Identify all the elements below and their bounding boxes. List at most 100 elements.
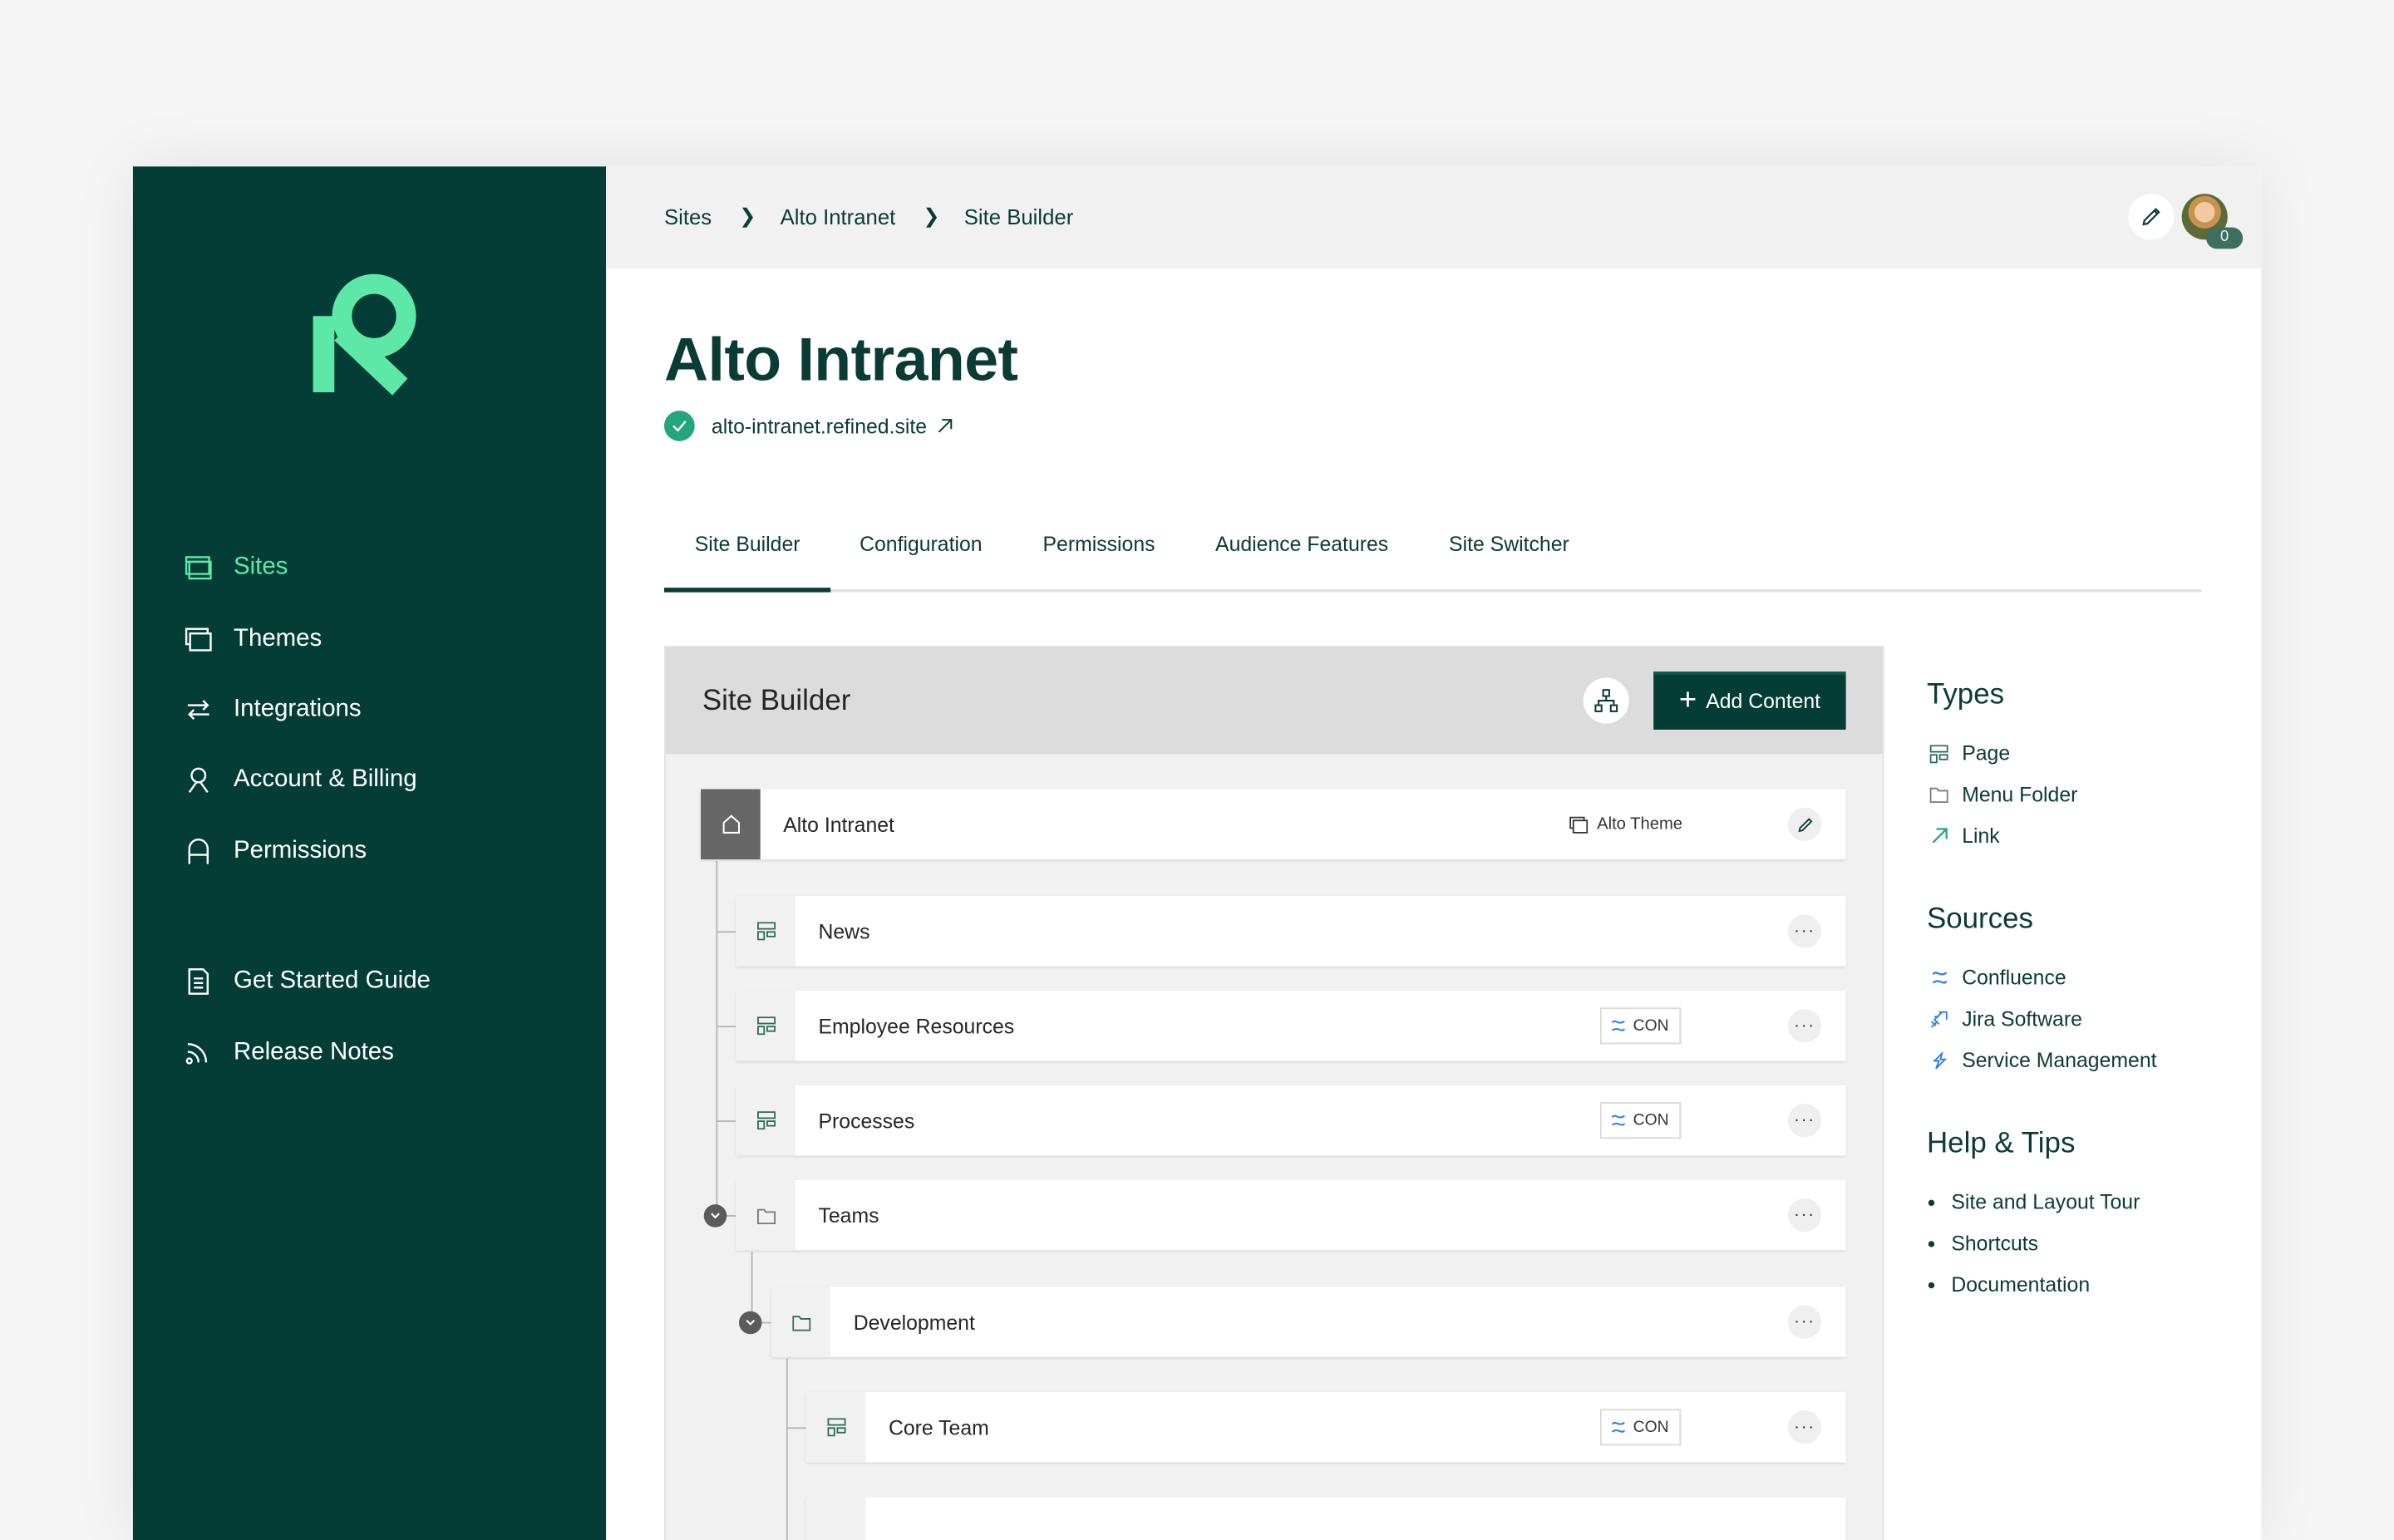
main-content: Sites ❯ Alto Intranet ❯ Site Builder 0 A…	[606, 166, 2262, 1540]
more-options-button[interactable]: ···	[1787, 1009, 1822, 1043]
permissions-icon	[183, 837, 214, 868]
more-options-button[interactable]: ···	[1787, 1305, 1822, 1339]
add-content-label: Add Content	[1706, 689, 1821, 712]
bullet	[1928, 1198, 1935, 1206]
sidebar-item-label: Integrations	[234, 696, 362, 722]
site-url-link[interactable]: alto-intranet.refined.site	[712, 415, 927, 438]
breadcrumb-site-builder[interactable]: Site Builder	[964, 204, 1073, 229]
source-badge: CON	[1599, 1102, 1682, 1139]
sidebar-item-label: Permissions	[234, 838, 367, 864]
edit-button[interactable]	[2128, 194, 2175, 240]
more-options-button[interactable]: ···	[1787, 1410, 1822, 1444]
breadcrumb-alto-intranet[interactable]: Alto Intranet	[781, 204, 896, 229]
app-window: Sites Themes Integrations Account & Bill…	[132, 166, 2262, 1540]
row-label: Teams	[818, 1203, 879, 1227]
row-label: News	[818, 919, 870, 943]
confluence-icon	[1611, 1421, 1625, 1433]
tab-configuration[interactable]: Configuration	[860, 533, 983, 556]
external-link-icon[interactable]	[938, 418, 953, 433]
rss-icon	[183, 1038, 214, 1069]
sidebar-item-release-notes[interactable]: Release Notes	[183, 1031, 394, 1076]
sidebar-item-account-billing[interactable]: Account & Billing	[183, 757, 417, 803]
sidebar-item-label: Account & Billing	[234, 766, 417, 793]
source-label: Service Management	[1962, 1048, 2157, 1072]
source-label: Jira Software	[1962, 1007, 2082, 1031]
source-jira-software[interactable]: Jira Software	[1927, 998, 2232, 1040]
help-title: Help & Tips	[1926, 1128, 2076, 1160]
breadcrumb-sites[interactable]: Sites	[664, 204, 712, 229]
tabs: Site Builder Configuration Permissions A…	[663, 518, 2202, 593]
sitemap-view-button[interactable]	[1583, 677, 1629, 724]
type-page[interactable]: Page	[1927, 733, 2232, 775]
collapse-toggle[interactable]	[703, 1204, 727, 1228]
site-builder-title: Site Builder	[702, 685, 851, 718]
row-label: Core Team	[888, 1415, 989, 1439]
tree-row-partial[interactable]	[805, 1497, 1846, 1540]
row-label: Employee Resources	[818, 1014, 1015, 1038]
sitemap-icon	[1594, 689, 1618, 712]
more-options-button[interactable]: ···	[1787, 1103, 1822, 1138]
tree-row[interactable]: Employee Resources CON ···	[736, 991, 1846, 1061]
edit-root-button[interactable]	[1787, 807, 1822, 842]
confluence-icon	[1611, 1020, 1625, 1031]
type-label: Menu Folder	[1962, 783, 2078, 806]
page-icon	[736, 1085, 796, 1156]
breadcrumb: Sites ❯ Alto Intranet ❯ Site Builder	[664, 204, 1073, 229]
sidebar-item-themes[interactable]: Themes	[183, 617, 322, 662]
link-arrow-icon	[1927, 828, 1951, 844]
tree-connector	[716, 931, 736, 933]
tab-site-builder[interactable]: Site Builder	[695, 533, 800, 556]
source-service-management[interactable]: Service Management	[1927, 1040, 2232, 1081]
add-content-button[interactable]: + Add Content	[1653, 672, 1846, 730]
tree-connector	[716, 1026, 736, 1028]
sites-icon	[183, 553, 214, 583]
site-builder-header: Site Builder + Add Content	[665, 647, 1883, 755]
collapse-toggle[interactable]	[738, 1311, 762, 1335]
source-confluence[interactable]: Confluence	[1927, 957, 2232, 999]
theme-label[interactable]: Alto Theme	[1569, 815, 1682, 834]
tree-row[interactable]: Processes CON ···	[736, 1085, 1846, 1156]
tree-row[interactable]: News ···	[736, 896, 1846, 967]
page-icon	[736, 991, 796, 1061]
sidebar-item-integrations[interactable]: Integrations	[183, 687, 362, 733]
folder-icon	[736, 1179, 796, 1251]
sidebar-item-permissions[interactable]: Permissions	[183, 829, 367, 874]
tree-connector	[716, 860, 718, 1217]
themes-icon	[183, 624, 214, 655]
pencil-icon	[1797, 817, 1812, 832]
sidebar-item-get-started-guide[interactable]: Get Started Guide	[183, 958, 431, 1004]
help-label: Site and Layout Tour	[1951, 1190, 2140, 1214]
tab-audience-features[interactable]: Audience Features	[1215, 533, 1388, 556]
tree-row[interactable]: Core Team CON ···	[805, 1392, 1846, 1463]
source-badge: CON	[1599, 1409, 1682, 1446]
themes-icon	[1569, 815, 1589, 833]
more-options-button[interactable]: ···	[1787, 1198, 1822, 1232]
type-menu-folder[interactable]: Menu Folder	[1927, 774, 2232, 815]
tree-connector	[716, 1120, 736, 1122]
help-link-shortcuts[interactable]: Shortcuts	[1927, 1223, 2232, 1264]
refined-logo[interactable]	[313, 273, 423, 396]
row-label: Alto Intranet	[783, 813, 894, 836]
tree-row[interactable]: Teams ···	[736, 1179, 1846, 1251]
chevron-right-icon: ❯	[923, 204, 940, 228]
pencil-icon	[2142, 208, 2160, 226]
source-badge: CON	[1599, 1007, 1682, 1045]
site-builder-panel: Site Builder + Add Content Alto Intranet…	[663, 645, 1884, 1540]
user-avatar[interactable]: 0	[2181, 194, 2244, 249]
tree-connector	[786, 1358, 788, 1540]
tree-row-root[interactable]: Alto Intranet Alto Theme	[701, 789, 1846, 860]
sidebar-item-label: Get Started Guide	[234, 967, 431, 994]
tree-row[interactable]: Development ···	[771, 1287, 1846, 1357]
more-options-button[interactable]: ···	[1787, 914, 1822, 948]
tab-site-switcher[interactable]: Site Switcher	[1449, 533, 1569, 556]
sidebar-item-sites[interactable]: Sites	[183, 545, 288, 591]
type-link[interactable]: Link	[1927, 815, 2232, 857]
help-link-documentation[interactable]: Documentation	[1927, 1264, 2232, 1306]
stage: Sites Themes Integrations Account & Bill…	[0, 0, 2394, 1540]
row-label: Development	[853, 1310, 975, 1334]
service-management-icon	[1927, 1050, 1951, 1070]
sidebar-item-label: Themes	[234, 626, 323, 652]
top-bar: Sites ❯ Alto Intranet ❯ Site Builder 0	[606, 166, 2262, 269]
help-link-site-layout-tour[interactable]: Site and Layout Tour	[1927, 1182, 2232, 1223]
tab-permissions[interactable]: Permissions	[1042, 533, 1155, 556]
